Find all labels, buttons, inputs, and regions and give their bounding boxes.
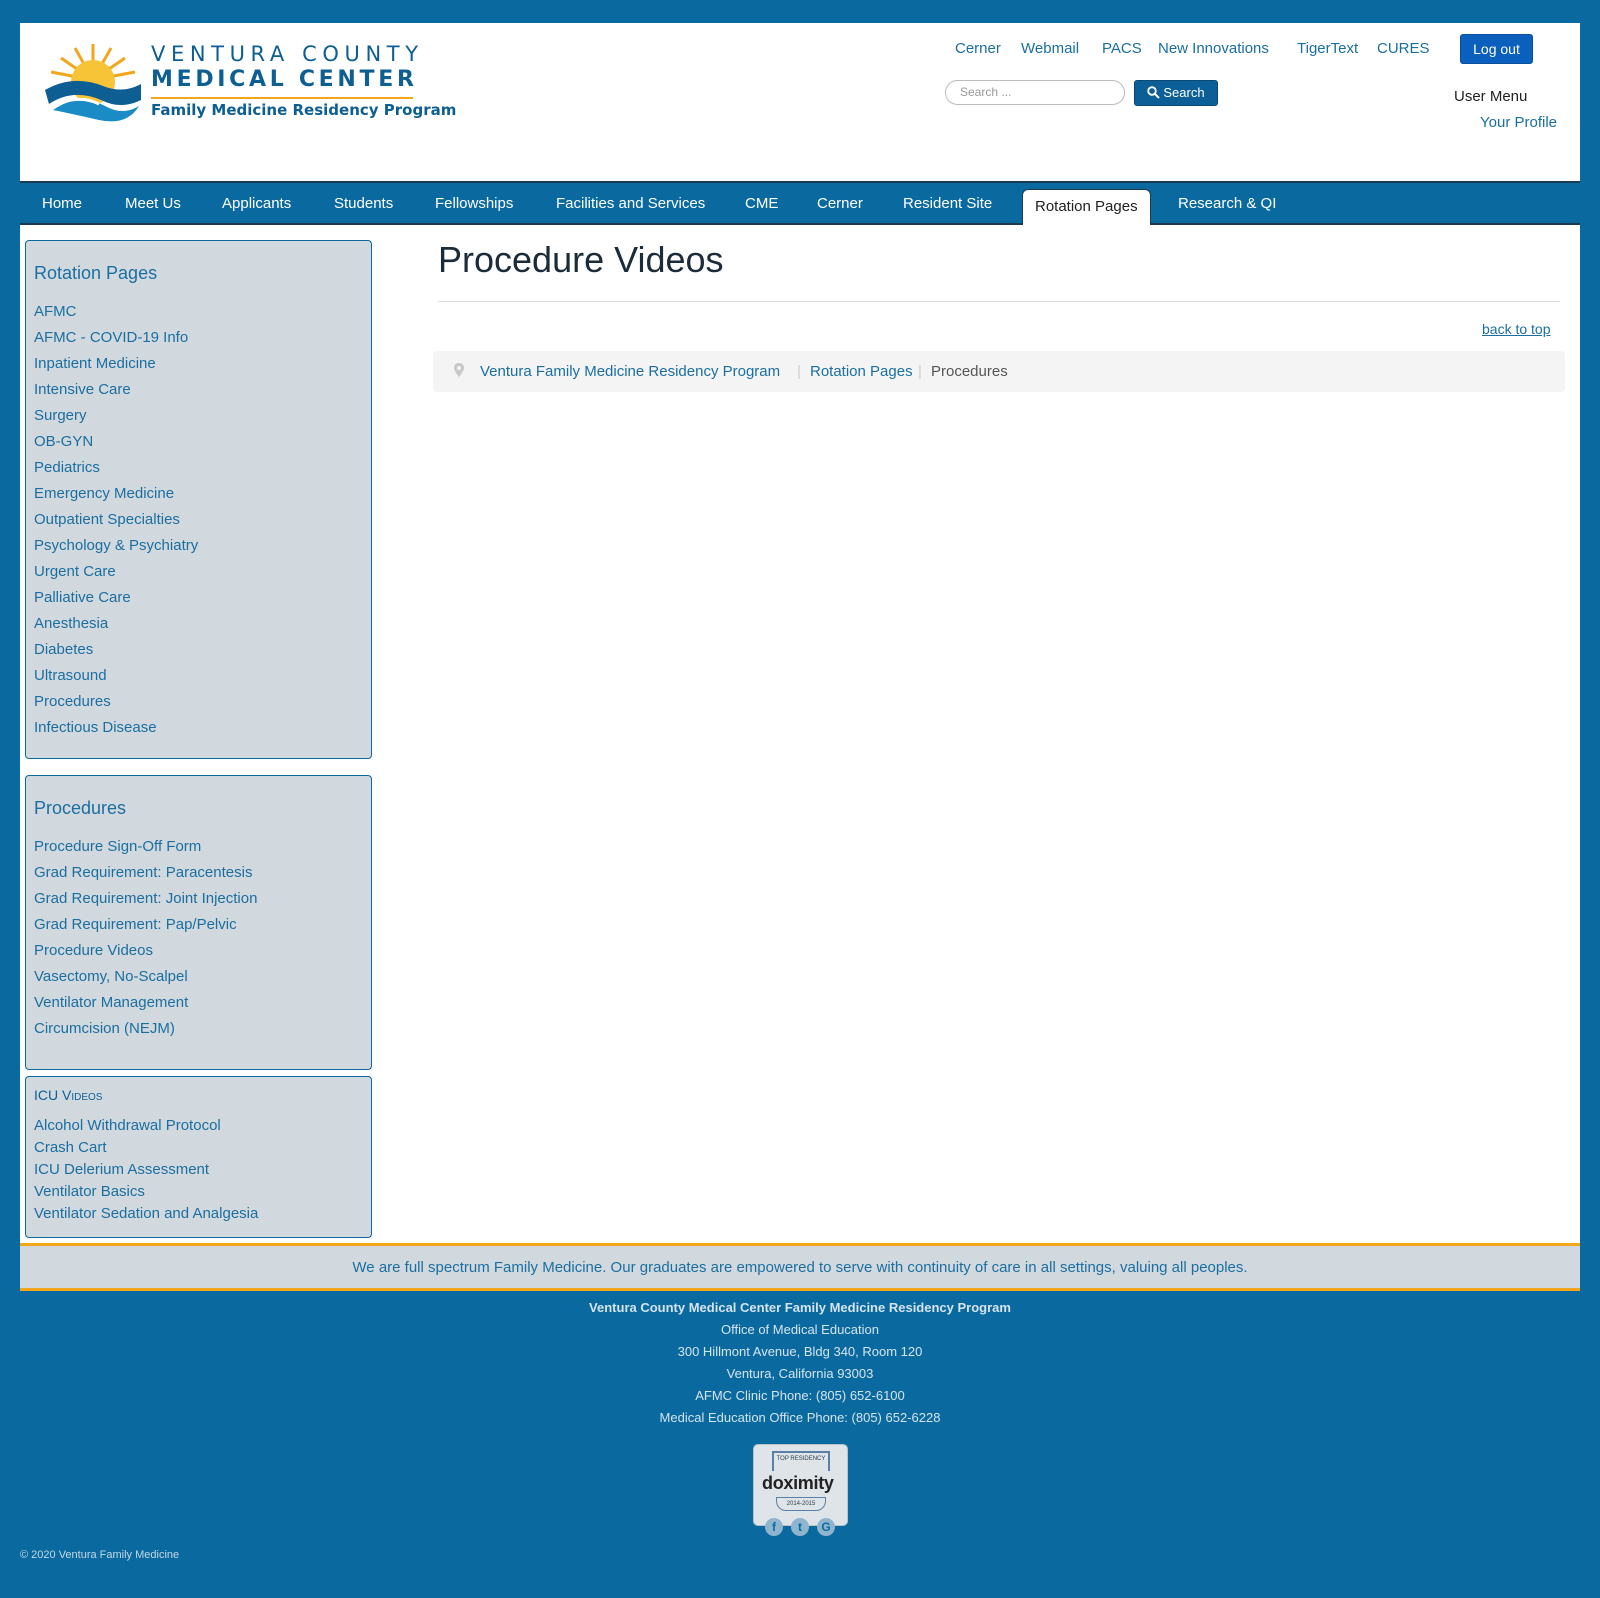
nav-cerner[interactable]: Cerner [817,184,863,223]
sidebar-link-inpatient-medicine[interactable]: Inpatient Medicine [34,355,156,372]
sidebar-link-ob-gyn[interactable]: OB-GYN [34,433,93,450]
sidebar-link-procedures[interactable]: Procedures [34,693,111,710]
logo-line-2: MEDICAL CENTER [151,67,418,92]
footer-phone-clinic: AFMC Clinic Phone: (805) 652-6100 [695,1388,905,1403]
badge-top-text: TOP RESIDENCY [772,1451,830,1471]
mission-banner: We are full spectrum Family Medicine. Ou… [20,1243,1580,1291]
sidebar-link-procedure-sign-off-form[interactable]: Procedure Sign-Off Form [34,838,201,855]
mission-text: We are full spectrum Family Medicine. Ou… [352,1259,1248,1276]
logo-line-1: VENTURA COUNTY [151,42,424,66]
sidebar-rotation-pages: Rotation Pages AFMC AFMC - COVID-19 Info… [25,240,372,759]
main-content-area: Rotation Pages AFMC AFMC - COVID-19 Info… [20,225,1580,1243]
nav-home[interactable]: Home [42,184,82,223]
search-button[interactable]: Search [1134,80,1218,106]
sidebar-link-alcohol-withdrawal[interactable]: Alcohol Withdrawal Protocol [34,1117,221,1134]
breadcrumb-home[interactable]: Ventura Family Medicine Residency Progra… [480,363,780,380]
footer-org-name: Ventura County Medical Center Family Med… [589,1300,1011,1315]
sidebar-link-crash-cart[interactable]: Crash Cart [34,1139,107,1156]
title-divider [438,301,1560,302]
sidebar-link-diabetes[interactable]: Diabetes [34,641,93,658]
badge-brand-text: doximity [762,1473,834,1493]
top-link-webmail[interactable]: Webmail [1021,40,1079,57]
logout-button[interactable]: Log out [1460,34,1533,64]
back-to-top-link[interactable]: back to top [1482,321,1551,337]
doximity-badge[interactable]: TOP RESIDENCY doximity 2014-2015 [753,1444,848,1526]
page-title: Procedure Videos [438,239,724,280]
sidebar-link-emergency-medicine[interactable]: Emergency Medicine [34,485,174,502]
nav-meet-us[interactable]: Meet Us [125,184,181,223]
nav-research-qi[interactable]: Research & QI [1178,184,1276,223]
sidebar-rotation-pages-title: Rotation Pages [34,263,158,283]
site-header: VENTURA COUNTY MEDICAL CENTER Family Med… [20,23,1580,183]
site-logo[interactable]: VENTURA COUNTY MEDICAL CENTER Family Med… [43,40,456,126]
sidebar-procedures-title: Procedures [34,798,127,818]
top-link-tigertext[interactable]: TigerText [1297,40,1358,57]
sidebar-link-palliative-care[interactable]: Palliative Care [34,589,131,606]
sidebar-link-outpatient-specialties[interactable]: Outpatient Specialties [34,511,180,528]
copyright: © 2020 Ventura Family Medicine [20,1549,180,1561]
top-link-cerner[interactable]: Cerner [955,40,1001,57]
breadcrumb-separator: | [918,363,922,380]
sidebar-link-infectious-disease[interactable]: Infectious Disease [34,719,157,736]
google-icon[interactable]: G [817,1518,835,1536]
sidebar-link-ventilator-management[interactable]: Ventilator Management [34,994,188,1011]
sidebar-icu-videos: ICU Videos Alcohol Withdrawal Protocol C… [25,1076,372,1238]
sidebar-link-icu-delerium[interactable]: ICU Delerium Assessment [34,1161,209,1178]
your-profile-link[interactable]: Your Profile [1480,114,1557,131]
nav-facilities-and-services[interactable]: Facilities and Services [556,184,705,223]
sidebar-link-joint-injection[interactable]: Grad Requirement: Joint Injection [34,890,257,907]
search-icon [1147,86,1161,99]
footer-phone-office: Medical Education Office Phone: (805) 65… [659,1410,941,1425]
nav-fellowships[interactable]: Fellowships [435,184,513,223]
sidebar-link-ventilator-sedation[interactable]: Ventilator Sedation and Analgesia [34,1205,258,1222]
sun-wave-logo-icon [45,44,141,122]
nav-rotation-pages[interactable]: Rotation Pages [1022,189,1151,225]
badge-year-text: 2014-2015 [776,1497,826,1511]
nav-cme[interactable]: CME [745,184,778,223]
main-nav: Home Meet Us Applicants Students Fellows… [20,184,1580,225]
logo-divider [151,97,413,99]
sidebar-link-afmc-covid[interactable]: AFMC - COVID-19 Info [34,329,188,346]
logo-line-3: Family Medicine Residency Program [151,101,457,119]
sidebar-link-intensive-care[interactable]: Intensive Care [34,381,131,398]
top-link-new-innovations[interactable]: New Innovations [1158,40,1269,57]
sidebar-icu-videos-title: ICU Videos [34,1087,103,1103]
footer-office: Office of Medical Education [720,1322,879,1337]
breadcrumb-rotation-pages[interactable]: Rotation Pages [810,363,913,380]
search-button-label: Search [1163,85,1205,100]
nav-applicants[interactable]: Applicants [222,184,291,223]
sidebar-link-paracentesis[interactable]: Grad Requirement: Paracentesis [34,864,252,881]
sidebar-link-ventilator-basics[interactable]: Ventilator Basics [34,1183,145,1200]
breadcrumb-current: Procedures [931,363,1008,380]
sidebar-procedures: Procedures Procedure Sign-Off Form Grad … [25,775,372,1070]
footer-address-2: Ventura, California 93003 [726,1366,874,1381]
sidebar-link-ultrasound[interactable]: Ultrasound [34,667,107,684]
sidebar-link-afmc[interactable]: AFMC [34,303,77,320]
location-pin-icon [454,363,464,377]
breadcrumb: Ventura Family Medicine Residency Progra… [433,351,1565,392]
twitter-icon[interactable]: t [791,1518,809,1536]
sidebar-link-urgent-care[interactable]: Urgent Care [34,563,116,580]
sidebar-link-surgery[interactable]: Surgery [34,407,87,424]
nav-students[interactable]: Students [334,184,393,223]
sidebar-link-psychology-psychiatry[interactable]: Psychology & Psychiatry [34,537,198,554]
sidebar-link-anesthesia[interactable]: Anesthesia [34,615,108,632]
breadcrumb-separator: | [797,363,801,380]
sidebar-link-circumcision[interactable]: Circumcision (NEJM) [34,1020,175,1037]
sidebar-link-vasectomy[interactable]: Vasectomy, No-Scalpel [34,968,188,985]
footer-address-1: 300 Hillmont Avenue, Bldg 340, Room 120 [677,1344,923,1359]
sidebar-link-procedure-videos[interactable]: Procedure Videos [34,942,153,959]
sidebar-link-pediatrics[interactable]: Pediatrics [34,459,100,476]
top-link-pacs[interactable]: PACS [1102,40,1142,57]
sidebar-link-pap-pelvic[interactable]: Grad Requirement: Pap/Pelvic [34,916,237,933]
nav-resident-site[interactable]: Resident Site [903,184,992,223]
user-menu-title: User Menu [1454,88,1528,105]
search-input[interactable]: Search ... [945,80,1125,105]
facebook-icon[interactable]: f [765,1518,783,1536]
top-link-cures[interactable]: CURES [1377,40,1430,57]
